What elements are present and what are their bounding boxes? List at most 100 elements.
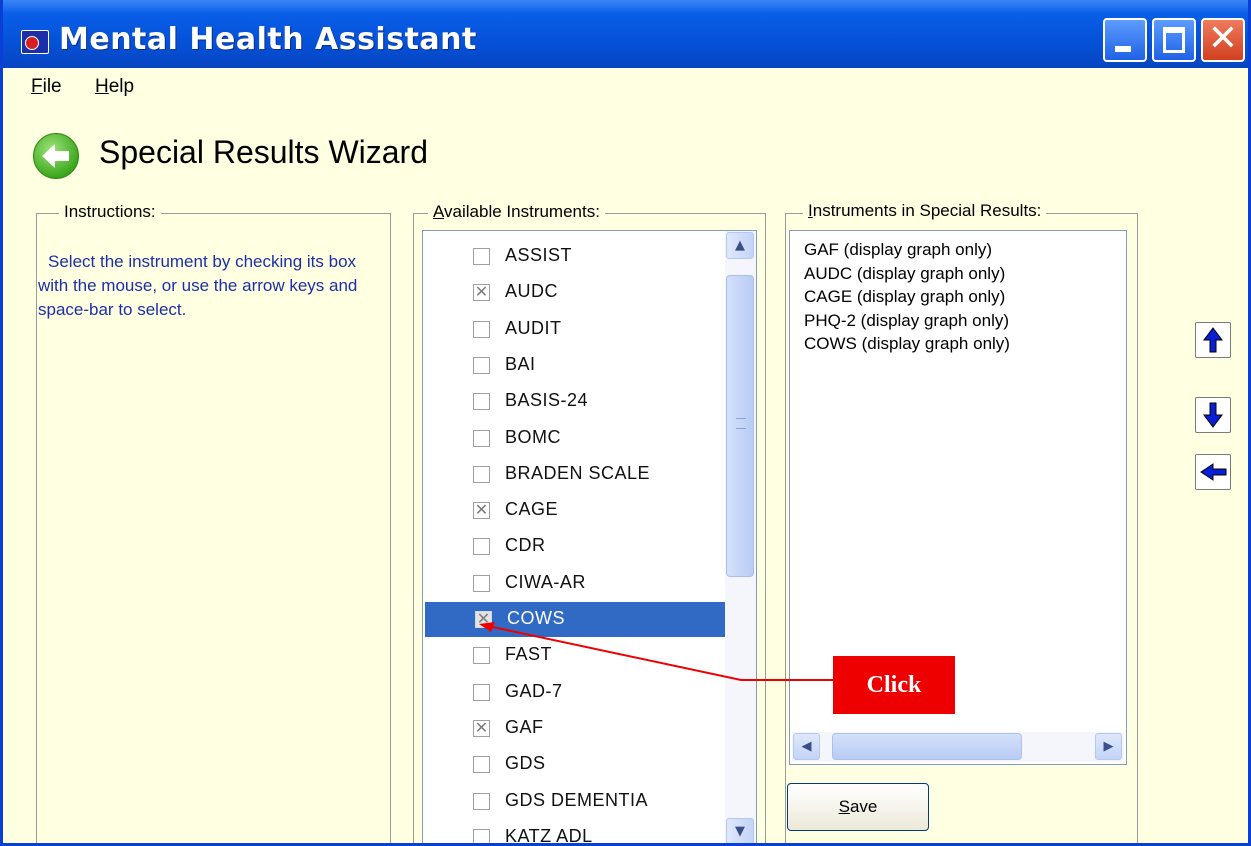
instrument-checkbox[interactable]: [473, 465, 490, 483]
menu-bar: File Help: [3, 68, 1248, 104]
instrument-label: AUDC: [505, 281, 559, 302]
instrument-label: CDR: [505, 535, 546, 556]
checkmark-icon: ✕: [474, 500, 489, 520]
instrument-row[interactable]: BRADEN SCALE: [423, 457, 727, 492]
app-icon[interactable]: [21, 30, 49, 54]
instrument-row[interactable]: ✕ GAF: [423, 711, 727, 746]
instrument-label: BASIS-24: [505, 390, 589, 411]
instrument-label: BOMC: [505, 426, 561, 447]
app-window: Mental Health Assistant ✕ File Help Spec…: [0, 0, 1251, 846]
instructions-label: Instructions:: [59, 202, 161, 222]
instrument-row[interactable]: ✕ AUDC: [423, 275, 727, 310]
vertical-scrollbar[interactable]: ▲ ▼: [725, 231, 756, 843]
instrument-row[interactable]: CDR: [423, 529, 727, 564]
wizard-title: Special Results Wizard: [99, 134, 428, 170]
horizontal-scrollbar[interactable]: ◀ ▶: [792, 732, 1124, 762]
menu-help[interactable]: Help: [95, 76, 134, 98]
instrument-row[interactable]: ✕ COWS: [425, 602, 727, 637]
instrument-row[interactable]: GDS: [423, 747, 727, 782]
up-arrow-icon: [1203, 327, 1223, 353]
special-result-item[interactable]: COWS (display graph only): [804, 334, 1010, 354]
chevron-down-icon: ▼: [735, 824, 745, 839]
available-instruments-group: Available Instruments: ASSIST ✕ AUDC AUDIT B…: [413, 202, 766, 843]
instrument-label: BRADEN SCALE: [505, 462, 651, 483]
left-arrow-icon: [1200, 463, 1227, 481]
special-results-group: Instruments in Special Results: GAF (dis…: [785, 201, 1138, 843]
maximize-icon: [1163, 27, 1185, 53]
checkmark-icon: ✕: [474, 282, 489, 302]
chevron-left-icon: ◀: [801, 739, 812, 754]
scrollbar-thumb[interactable]: [726, 275, 754, 577]
instrument-row[interactable]: BASIS-24: [423, 384, 727, 419]
available-instruments-list[interactable]: ASSIST ✕ AUDC AUDIT BAI BASIS-24 BOMC BRADEN SC…: [422, 230, 757, 843]
instrument-label: ASSIST: [505, 245, 573, 265]
remove-button[interactable]: [1195, 454, 1231, 490]
instrument-row[interactable]: GDS DEMENTIA: [423, 784, 727, 819]
horizontal-scrollbar-thumb[interactable]: [832, 733, 1022, 760]
move-up-button[interactable]: [1195, 322, 1231, 358]
instrument-label: BAI: [505, 353, 536, 374]
instrument-label: GDS DEMENTIA: [505, 789, 649, 810]
instrument-row[interactable]: ASSIST: [423, 239, 727, 274]
instrument-row[interactable]: BOMC: [423, 421, 727, 456]
instrument-checkbox[interactable]: [473, 356, 490, 374]
instrument-row[interactable]: ✕ CAGE: [423, 493, 727, 528]
instrument-label: CIWA-AR: [505, 571, 586, 592]
scroll-up-button[interactable]: ▲: [726, 232, 754, 259]
instrument-checkbox[interactable]: [473, 574, 490, 592]
instrument-row[interactable]: GAD-7: [423, 675, 727, 710]
instrument-checkbox[interactable]: [473, 538, 490, 556]
back-button[interactable]: [33, 133, 79, 179]
special-results-label: Instruments in Special Results:: [803, 201, 1047, 221]
down-arrow-icon: [1203, 402, 1223, 428]
checkmark-icon: ✕: [474, 717, 489, 737]
instrument-row[interactable]: FAST: [423, 638, 727, 673]
special-result-item[interactable]: GAF (display graph only): [804, 240, 992, 260]
instructions-text: Select the instrument by checking its bo…: [38, 252, 358, 319]
back-arrow-icon: [42, 144, 69, 168]
special-result-item[interactable]: AUDC (display graph only): [804, 264, 1005, 284]
click-callout: Click: [833, 656, 955, 714]
instrument-label: CAGE: [505, 499, 559, 520]
instrument-checkbox[interactable]: [473, 828, 490, 843]
instrument-row[interactable]: BAI: [423, 348, 727, 383]
close-icon: ✕: [1207, 18, 1239, 59]
maximize-button[interactable]: [1152, 18, 1196, 62]
grip-icon: [736, 418, 746, 429]
instrument-label: GAF: [505, 716, 544, 737]
instrument-checkbox[interactable]: [473, 429, 490, 447]
instrument-row[interactable]: AUDIT: [423, 312, 727, 347]
scroll-left-button[interactable]: ◀: [793, 733, 820, 760]
chevron-up-icon: ▲: [735, 238, 745, 253]
instrument-label: COWS: [507, 608, 565, 628]
scroll-down-button[interactable]: ▼: [726, 818, 754, 843]
menu-file[interactable]: File: [31, 76, 62, 98]
instrument-label: GDS: [505, 753, 546, 774]
instrument-checkbox[interactable]: [473, 393, 490, 411]
minimize-button[interactable]: [1103, 18, 1147, 62]
instrument-checkbox[interactable]: ✕: [473, 717, 490, 737]
window-title: Mental Health Assistant: [59, 22, 477, 57]
instrument-checkbox[interactable]: [473, 320, 490, 338]
save-button[interactable]: Save: [787, 783, 929, 831]
instrument-checkbox[interactable]: [473, 683, 490, 701]
scroll-right-button[interactable]: ▶: [1095, 733, 1122, 760]
title-bar[interactable]: Mental Health Assistant ✕: [3, 0, 1248, 68]
instrument-checkbox[interactable]: [473, 248, 490, 265]
instrument-row[interactable]: KATZ ADL: [423, 820, 727, 843]
available-instruments-label: Available Instruments:: [428, 202, 605, 222]
instrument-label: AUDIT: [505, 317, 562, 338]
instrument-checkbox[interactable]: ✕: [473, 282, 490, 302]
instrument-row[interactable]: CIWA-AR: [423, 566, 727, 601]
instrument-checkbox[interactable]: [473, 647, 490, 665]
instrument-checkbox[interactable]: [473, 756, 490, 774]
close-button[interactable]: ✕: [1201, 18, 1245, 62]
move-down-button[interactable]: [1195, 397, 1231, 433]
minimize-icon: [1115, 46, 1131, 52]
instrument-checkbox[interactable]: [473, 792, 490, 810]
special-result-item[interactable]: PHQ-2 (display graph only): [804, 311, 1009, 331]
special-result-item[interactable]: CAGE (display graph only): [804, 287, 1005, 307]
chevron-right-icon: ▶: [1103, 739, 1114, 754]
instrument-checkbox[interactable]: ✕: [475, 609, 492, 628]
instrument-checkbox[interactable]: ✕: [473, 500, 490, 520]
